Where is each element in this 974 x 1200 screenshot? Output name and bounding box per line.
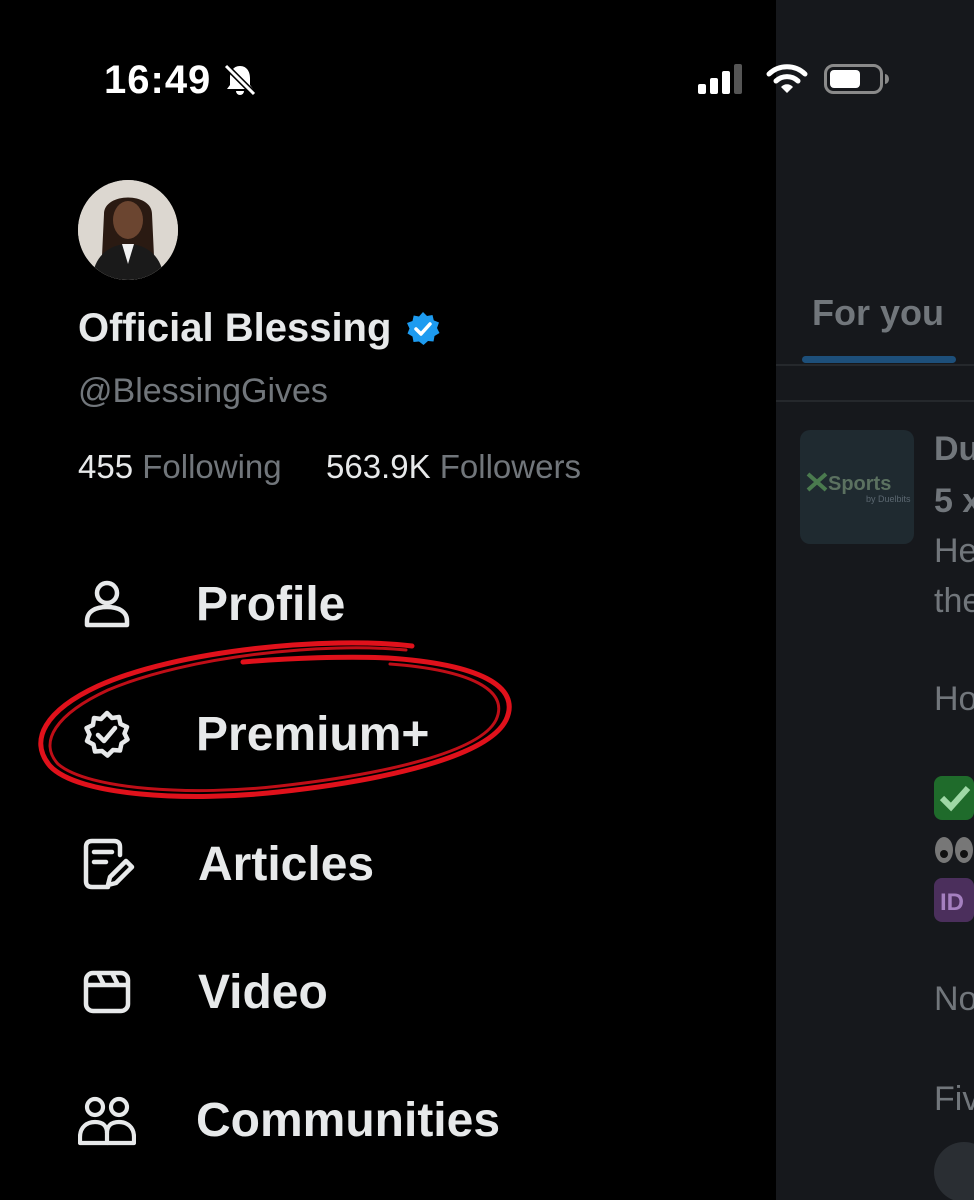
check-emoji-icon bbox=[934, 776, 974, 820]
feed-text-fragment: Du bbox=[934, 430, 974, 468]
feed-text-fragment: Ho bbox=[934, 680, 974, 718]
menu-item-profile[interactable]: Profile bbox=[78, 564, 638, 644]
card-sub-label: by Duelbits bbox=[866, 494, 911, 504]
menu-label: Profile bbox=[196, 577, 346, 631]
id-emoji-icon: ID bbox=[934, 878, 974, 922]
profile-handle: @BlessingGives bbox=[78, 372, 328, 410]
menu-item-premium-plus[interactable]: Premium+ bbox=[78, 694, 638, 774]
menu-label: Video bbox=[198, 965, 328, 1019]
card-label: Sports bbox=[806, 472, 891, 496]
video-clapper-icon bbox=[83, 970, 131, 1014]
feed-text-fragment: No bbox=[934, 980, 974, 1018]
communities-icon bbox=[78, 1096, 136, 1146]
divider bbox=[776, 364, 974, 366]
feed-text-fragment: the bbox=[934, 582, 974, 620]
status-time: 16:49 bbox=[104, 58, 212, 102]
feed-text-fragment: He bbox=[934, 532, 974, 570]
feed-avatar[interactable] bbox=[934, 1142, 974, 1200]
article-edit-icon bbox=[83, 838, 135, 890]
feed-text-fragment: Fiv bbox=[934, 1080, 974, 1118]
sports-logo-icon bbox=[806, 472, 828, 492]
background-feed: For you Sports by Duelbits Du 5 x He the… bbox=[776, 0, 974, 1200]
battery-icon bbox=[824, 64, 889, 94]
bell-slash-icon bbox=[223, 63, 257, 97]
feed-text-fragment: 5 x bbox=[934, 482, 974, 520]
verified-badge-icon bbox=[407, 311, 440, 345]
profile-name[interactable]: Official Blessing bbox=[78, 306, 391, 351]
followers-count: 563.9K bbox=[325, 448, 431, 485]
divider bbox=[776, 400, 974, 402]
tab-indicator bbox=[802, 356, 956, 363]
eyes-emoji-icon bbox=[934, 828, 974, 872]
menu-label: Premium+ bbox=[196, 707, 430, 761]
follow-stats: 455 Following 563.9K Followers bbox=[78, 448, 581, 486]
following-label: Following bbox=[142, 448, 282, 485]
wifi-icon bbox=[766, 64, 808, 93]
name-row: Official Blessing bbox=[78, 306, 441, 351]
tab-for-you[interactable]: For you bbox=[812, 292, 944, 334]
menu-item-video[interactable]: Video bbox=[78, 952, 638, 1032]
svg-text:ID: ID bbox=[940, 889, 964, 916]
followers-label: Followers bbox=[439, 448, 581, 485]
menu-item-communities[interactable]: Communities bbox=[78, 1080, 638, 1160]
menu-label: Articles bbox=[198, 837, 375, 891]
signal-icon bbox=[698, 64, 742, 94]
person-icon bbox=[84, 580, 130, 628]
following-count: 455 bbox=[78, 448, 134, 485]
avatar[interactable] bbox=[78, 180, 178, 280]
menu-item-articles[interactable]: Articles bbox=[78, 824, 638, 904]
sports-card-image[interactable]: Sports by Duelbits bbox=[800, 430, 914, 544]
verified-badge-icon bbox=[84, 710, 130, 758]
following-link[interactable]: 455 Following bbox=[78, 448, 282, 485]
followers-link[interactable]: 563.9K Followers bbox=[326, 448, 581, 485]
menu-label: Communities bbox=[196, 1093, 501, 1147]
